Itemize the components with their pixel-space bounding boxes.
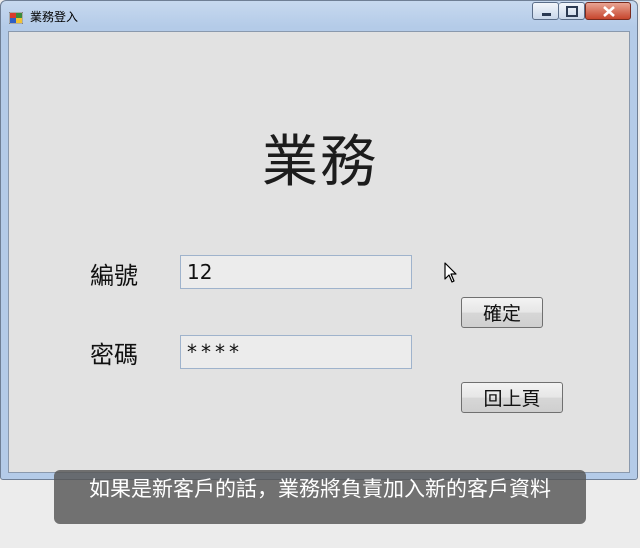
window-title: 業務登入 — [30, 10, 79, 24]
minimize-button[interactable] — [532, 2, 559, 20]
caption-text: 如果是新客戶的話，業務將負責加入新的客戶資料 — [89, 477, 551, 501]
close-button[interactable] — [585, 2, 631, 20]
close-icon — [603, 6, 615, 17]
maximize-button[interactable] — [559, 2, 585, 20]
password-input[interactable] — [180, 335, 412, 369]
title-bar[interactable]: 業務登入 — [1, 1, 637, 29]
page-title: 業務 — [262, 130, 378, 195]
id-input[interactable] — [180, 255, 412, 289]
back-button[interactable]: 回上頁 — [461, 382, 563, 413]
password-label: 密碼 — [90, 341, 138, 369]
minimize-icon — [542, 13, 551, 16]
app-icon — [8, 9, 24, 25]
subtitle-caption: 如果是新客戶的話，業務將負責加入新的客戶資料 — [54, 470, 586, 524]
mouse-cursor-icon — [444, 262, 457, 283]
form-client-area: 業務 編號 密碼 確定 回上頁 — [8, 31, 630, 473]
app-window: 業務登入 業務 編號 密碼 確定 回上頁 — [0, 0, 638, 480]
id-label: 編號 — [90, 262, 138, 290]
maximize-icon — [566, 6, 578, 17]
confirm-button[interactable]: 確定 — [461, 297, 543, 328]
